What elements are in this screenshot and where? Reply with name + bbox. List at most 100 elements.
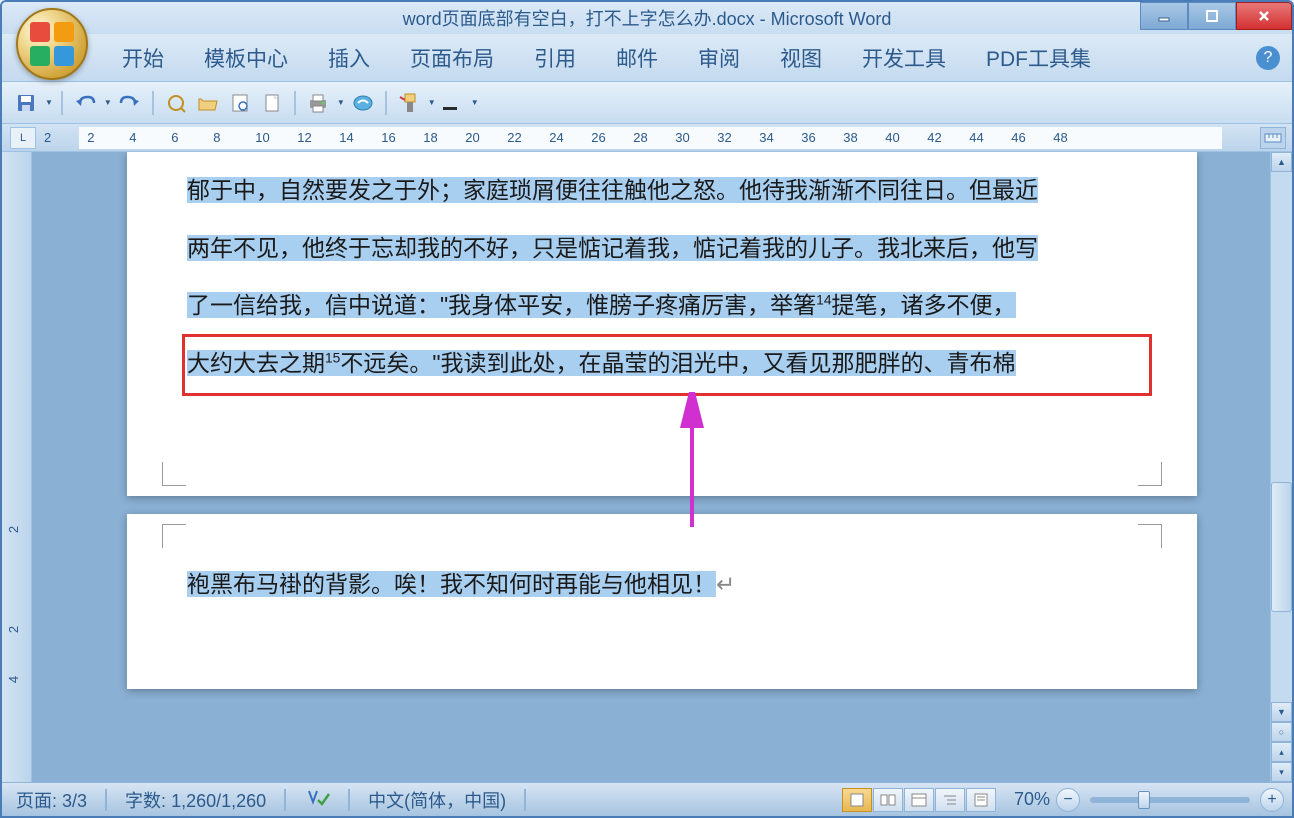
next-page-button[interactable]: ▾ — [1271, 762, 1292, 782]
scroll-up-button[interactable]: ▲ — [1271, 152, 1292, 172]
save-button[interactable] — [12, 89, 40, 117]
page-1[interactable]: 郁于中，自然要发之于外；家庭琐屑便往往触他之怒。他待我渐渐不同往日。但最近 两年… — [127, 152, 1197, 496]
ruler-toggle-icon — [1264, 130, 1282, 146]
page-2[interactable]: 袍黑布马褂的背影。唉！我不知何时再能与他相见！↵ — [127, 514, 1197, 689]
page-corner — [1138, 462, 1162, 486]
document-scroll[interactable]: 郁于中，自然要发之于外；家庭琐屑便往往触他之怒。他待我渐渐不同往日。但最近 两年… — [32, 152, 1292, 782]
vertical-scrollbar[interactable]: ▲ ▼ ○ ▴ ▾ — [1270, 152, 1292, 782]
language-indicator[interactable]: 中文(简体，中国) — [362, 787, 512, 813]
close-button[interactable] — [1236, 2, 1292, 30]
view-mode-buttons — [842, 788, 996, 812]
office-button[interactable] — [16, 8, 88, 80]
word-count[interactable]: 字数: 1,260/1,260 — [119, 787, 272, 813]
redo-button[interactable] — [116, 89, 144, 117]
spellcheck-icon — [304, 786, 330, 808]
tab-start[interactable]: 开始 — [102, 37, 184, 79]
more-dropdown[interactable]: ▼ — [470, 98, 479, 107]
save-dropdown[interactable]: ▼ — [44, 98, 53, 107]
tab-mail[interactable]: 邮件 — [596, 37, 678, 79]
browse-object-button[interactable]: ○ — [1271, 722, 1292, 742]
office-logo-icon — [30, 22, 74, 66]
view-ruler-toggle[interactable] — [1260, 127, 1286, 149]
zoom-in-button[interactable]: + — [1260, 788, 1284, 812]
window-controls — [1140, 2, 1292, 30]
undo-icon — [74, 93, 96, 113]
redo-icon — [119, 93, 141, 113]
window-title: word页面底部有空白，打不上字怎么办.docx - Microsoft Wor… — [403, 5, 892, 31]
minimize-button[interactable] — [1140, 2, 1188, 30]
undo-button[interactable] — [71, 89, 99, 117]
print-layout-icon — [848, 792, 866, 808]
print-layout-view[interactable] — [842, 788, 872, 812]
new-icon — [262, 93, 282, 113]
close-icon — [1257, 9, 1271, 23]
tab-template[interactable]: 模板中心 — [184, 37, 308, 79]
zoom-out-button[interactable]: − — [1056, 788, 1080, 812]
prev-page-button[interactable]: ▴ — [1271, 742, 1292, 762]
separator — [61, 91, 63, 115]
fullscreen-reading-view[interactable] — [873, 788, 903, 812]
undo-dropdown[interactable]: ▼ — [103, 98, 112, 107]
titlebar: word页面底部有空白，打不上字怎么办.docx - Microsoft Wor… — [2, 2, 1292, 34]
tab-layout[interactable]: 页面布局 — [390, 37, 514, 79]
format-painter-button[interactable] — [395, 89, 423, 117]
statusbar: 页面: 3/3 字数: 1,260/1,260 中文(简体，中国) 70% − … — [2, 782, 1292, 816]
quickprint-icon — [166, 93, 186, 113]
open-icon — [197, 93, 219, 113]
quick-access-toolbar: ▼ ▼ ▼ ▼ — [2, 82, 1292, 124]
spell-check[interactable] — [298, 786, 336, 813]
scroll-down-button[interactable]: ▼ — [1271, 702, 1292, 722]
tab-reference[interactable]: 引用 — [514, 37, 596, 79]
underline-icon — [443, 107, 457, 110]
save-icon — [16, 93, 36, 113]
scroll-thumb[interactable] — [1271, 482, 1292, 612]
maximize-button[interactable] — [1188, 2, 1236, 30]
draft-icon — [972, 792, 990, 808]
help-button[interactable]: ? — [1256, 46, 1280, 70]
ruler-area: L 2 246810121416182022242628303234363840… — [2, 124, 1292, 152]
zoom-slider-thumb[interactable] — [1138, 791, 1150, 809]
ruler-margin-left: 2 — [44, 130, 51, 145]
separator — [294, 91, 296, 115]
underline-button[interactable] — [440, 89, 460, 117]
print-button[interactable] — [304, 89, 332, 117]
outline-view[interactable] — [935, 788, 965, 812]
print-dropdown[interactable]: ▼ — [336, 98, 345, 107]
tab-insert[interactable]: 插入 — [308, 37, 390, 79]
vertical-ruler[interactable]: 2 2 4 — [2, 152, 32, 782]
format-dropdown[interactable]: ▼ — [427, 98, 436, 107]
preview-icon — [230, 93, 250, 113]
web-layout-view[interactable] — [904, 788, 934, 812]
mark-button[interactable] — [349, 89, 377, 117]
outline-icon — [941, 792, 959, 808]
document-area: 2 2 4 郁于中，自然要发之于外；家庭琐屑便往往触他之怒。他待我渐渐不同往日。… — [2, 152, 1292, 782]
tab-review[interactable]: 审阅 — [678, 37, 760, 79]
zoom-level[interactable]: 70% — [1008, 789, 1056, 810]
page-corner — [162, 462, 186, 486]
draft-view[interactable] — [966, 788, 996, 812]
app-window: word页面底部有空白，打不上字怎么办.docx - Microsoft Wor… — [0, 0, 1294, 818]
document-text[interactable]: 袍黑布马褂的背影。唉！我不知何时再能与他相见！↵ — [127, 514, 1197, 614]
tab-selector[interactable]: L — [10, 127, 36, 149]
page-corner — [162, 524, 186, 548]
separator — [385, 91, 387, 115]
new-button[interactable] — [258, 89, 286, 117]
web-icon — [910, 792, 928, 808]
open-button[interactable] — [194, 89, 222, 117]
ribbon-tabs: 开始 模板中心 插入 页面布局 引用 邮件 审阅 视图 开发工具 PDF工具集 … — [2, 34, 1292, 82]
tab-pdf[interactable]: PDF工具集 — [966, 37, 1111, 79]
horizontal-ruler[interactable]: 2468101214161820222426283032343638404244… — [79, 127, 1221, 149]
format-painter-icon — [397, 92, 421, 114]
reading-icon — [879, 792, 897, 808]
zoom-slider[interactable] — [1090, 797, 1250, 803]
page-indicator[interactable]: 页面: 3/3 — [10, 787, 93, 813]
maximize-icon — [1205, 9, 1219, 23]
tab-view[interactable]: 视图 — [760, 37, 842, 79]
preview-button[interactable] — [226, 89, 254, 117]
tab-developer[interactable]: 开发工具 — [842, 37, 966, 79]
mark-icon — [352, 92, 374, 114]
minimize-icon — [1157, 9, 1171, 23]
separator — [152, 91, 154, 115]
document-text[interactable]: 郁于中，自然要发之于外；家庭琐屑便往往触他之怒。他待我渐渐不同往日。但最近 两年… — [127, 152, 1197, 392]
quickprint-button[interactable] — [162, 89, 190, 117]
